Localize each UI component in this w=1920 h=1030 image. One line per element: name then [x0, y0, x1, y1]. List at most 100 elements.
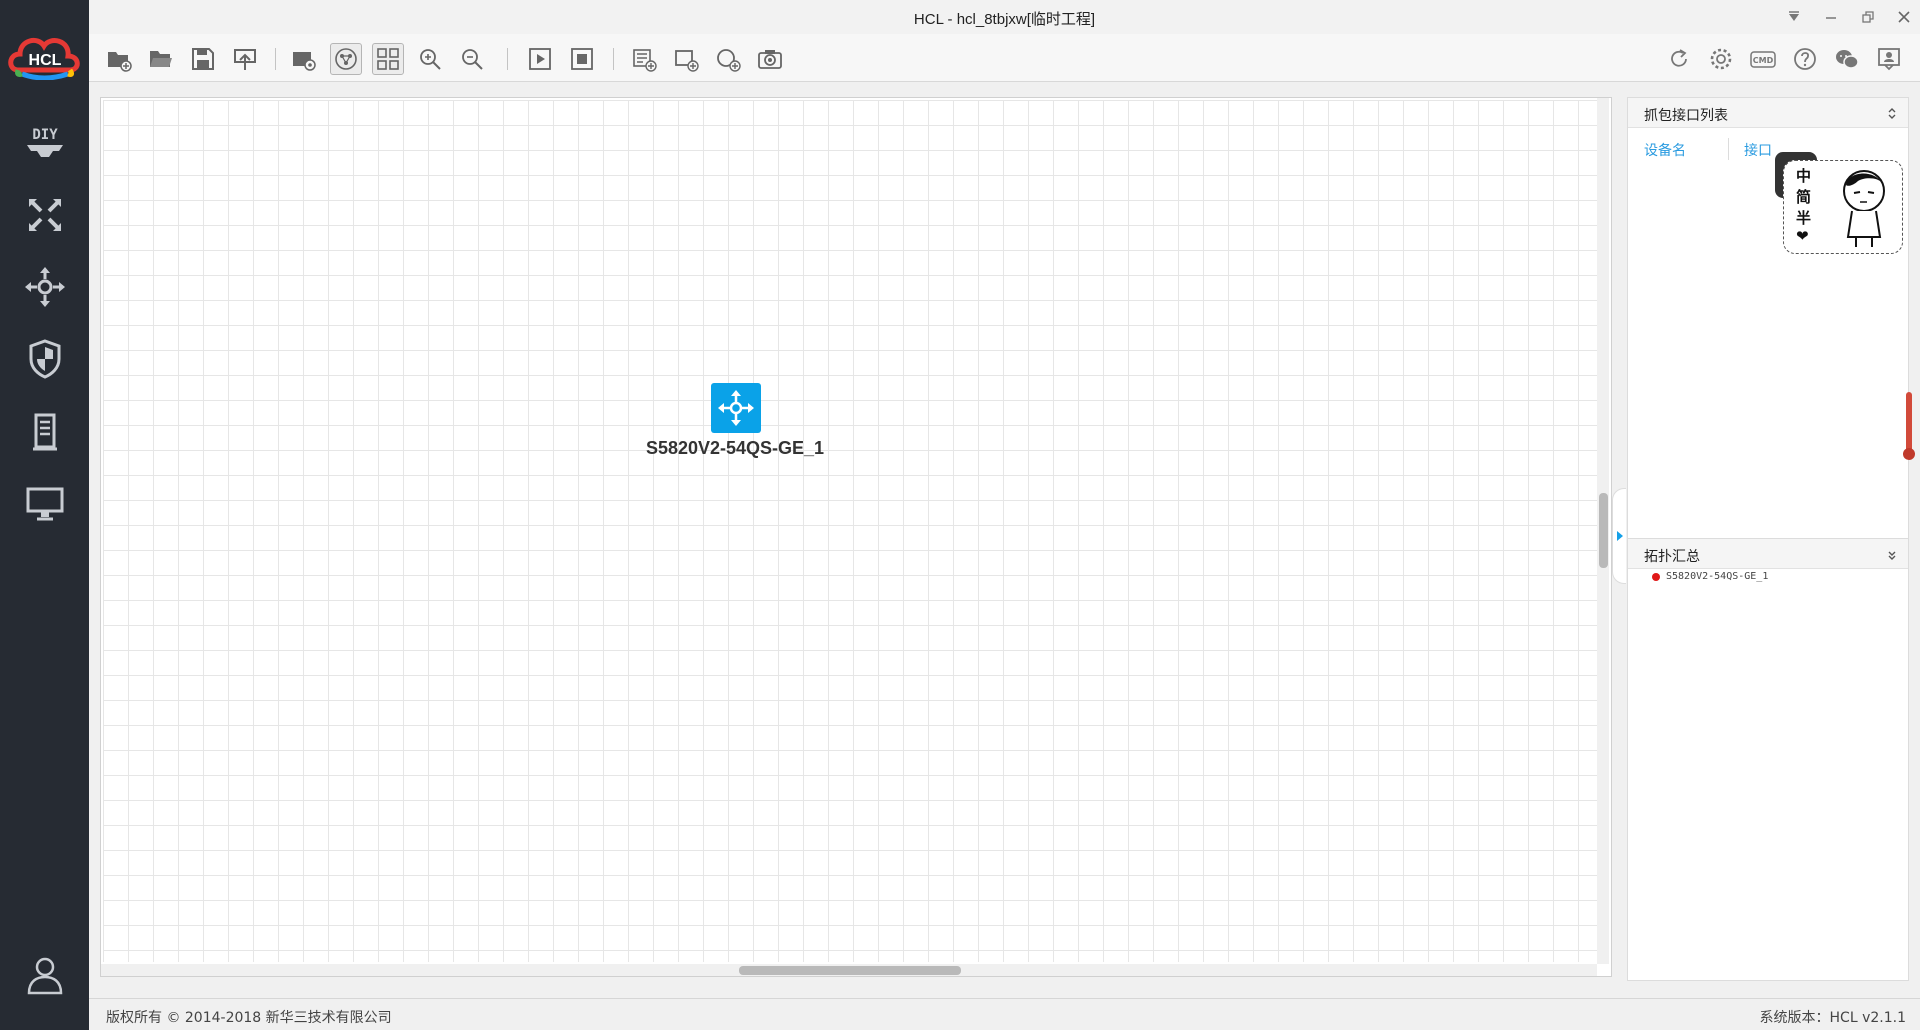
- export-icon: [234, 49, 256, 70]
- save-icon: [192, 48, 214, 70]
- close-icon: [1898, 11, 1910, 23]
- grid-toggle-button[interactable]: [372, 43, 404, 75]
- zoom-out-button[interactable]: [456, 43, 488, 75]
- export-button[interactable]: [229, 43, 261, 75]
- stop-device-button[interactable]: [566, 43, 598, 75]
- user-icon: [27, 957, 63, 995]
- collapse-icon[interactable]: [1886, 106, 1898, 120]
- hcl-logo: HCL: [8, 30, 82, 81]
- zoom-in-button[interactable]: [414, 43, 446, 75]
- add-ellipse-button[interactable]: [712, 43, 744, 75]
- capture-list-header: 抓包接口列表: [1628, 98, 1908, 128]
- minimize-button[interactable]: [1820, 7, 1842, 27]
- collapse-icon[interactable]: [1886, 547, 1898, 561]
- toolbar-separator: [507, 48, 508, 70]
- horizontal-scroll-thumb[interactable]: [739, 966, 961, 975]
- svg-text:CMD: CMD: [1753, 56, 1774, 65]
- command-line-button[interactable]: CMD: [1747, 43, 1779, 75]
- restore-button[interactable]: [1857, 7, 1879, 27]
- wechat-button[interactable]: [1831, 43, 1863, 75]
- diy-device-button[interactable]: DIY: [20, 118, 70, 168]
- svg-text:DIY: DIY: [32, 127, 58, 143]
- shield-icon: [29, 339, 61, 379]
- new-folder-icon: [108, 52, 132, 72]
- refresh-icon: [1671, 49, 1687, 67]
- help-button[interactable]: [1789, 43, 1821, 75]
- title-bar: HCL - hcl_8tbjxw[临时工程]: [89, 0, 1920, 34]
- topology-summary-header: 拓扑汇总: [1628, 539, 1908, 569]
- ellipse-add-icon: [717, 49, 741, 72]
- column-divider: [1728, 138, 1729, 160]
- expand-arrow-icon[interactable]: [1617, 531, 1623, 541]
- caret-down-icon: [1789, 11, 1799, 21]
- sticker-char: 简: [1796, 188, 1812, 206]
- zoom-in-icon: [420, 49, 441, 70]
- thermometer-bulb: [1903, 448, 1915, 460]
- menu-dropdown-button[interactable]: [1783, 7, 1805, 27]
- status-dot: [1652, 572, 1660, 581]
- rectangle-add-icon: [675, 50, 699, 72]
- user-account-button[interactable]: [20, 950, 70, 1000]
- topology-item-label: S5820V2-54QS-GE_1: [1666, 571, 1769, 582]
- settings-button[interactable]: [1705, 43, 1737, 75]
- image-eye-icon: [293, 52, 316, 71]
- screenshot-button[interactable]: [754, 43, 786, 75]
- version-text: 系统版本：HCL v2.1.1: [1759, 1010, 1906, 1026]
- open-project-button[interactable]: [145, 43, 177, 75]
- canvas-grid[interactable]: [103, 100, 1598, 962]
- topology-item[interactable]: S5820V2-54QS-GE_1: [1652, 571, 1768, 582]
- save-button[interactable]: [187, 43, 219, 75]
- list-add-icon: [633, 49, 657, 72]
- monitor-icon: [26, 487, 64, 521]
- window-title: HCL - hcl_8tbjxw[临时工程]: [913, 11, 1096, 28]
- sticker-char: 半: [1796, 209, 1812, 227]
- logo-text: HCL: [29, 52, 62, 69]
- cmd-icon: CMD: [1750, 51, 1776, 68]
- device-label[interactable]: S5820V2-54QS-GE_1: [590, 438, 880, 459]
- play-icon: [529, 48, 551, 70]
- start-device-button[interactable]: [524, 43, 556, 75]
- left-sidebar: HCL DIY: [0, 0, 89, 1030]
- switch-category-button[interactable]: [20, 262, 70, 312]
- switch-move-icon: [25, 267, 65, 307]
- feedback-button[interactable]: [1873, 43, 1905, 75]
- topology-icon: [335, 48, 357, 70]
- firewall-category-button[interactable]: [20, 334, 70, 384]
- column-device-name[interactable]: 设备名: [1644, 140, 1686, 160]
- terminal-category-button[interactable]: [20, 478, 70, 528]
- refresh-button[interactable]: [1663, 43, 1695, 75]
- server-category-button[interactable]: [20, 406, 70, 456]
- zoom-out-icon: [462, 49, 483, 70]
- capture-list-title: 抓包接口列表: [1644, 108, 1728, 124]
- show-interface-button[interactable]: [288, 43, 320, 75]
- toolbar-separator: [613, 48, 614, 70]
- sticker-char: ❤: [1796, 227, 1809, 245]
- cartoon-sticker: 中 简 半 ❤: [1783, 160, 1903, 254]
- add-rectangle-button[interactable]: [670, 43, 702, 75]
- sticker-char: 中: [1796, 167, 1812, 185]
- switch-device[interactable]: [711, 383, 761, 433]
- camera-icon: [758, 50, 782, 69]
- server-icon: [33, 413, 57, 451]
- vertical-scroll-thumb[interactable]: [1599, 493, 1608, 568]
- topology-view-button[interactable]: [330, 43, 362, 75]
- vertical-scrollbar[interactable]: [1597, 98, 1609, 964]
- router-arrows-icon: [29, 199, 61, 231]
- wechat-icon: [1836, 50, 1859, 69]
- close-button[interactable]: [1893, 7, 1915, 27]
- feedback-user-icon: [1878, 48, 1900, 71]
- stop-icon: [571, 48, 593, 70]
- switch-icon: [718, 390, 754, 426]
- topology-canvas[interactable]: [100, 97, 1612, 977]
- column-interface[interactable]: 接口: [1744, 140, 1772, 160]
- status-bar: 版权所有 © 2014-2018 新华三技术有限公司 系统版本：HCL v2.1…: [89, 998, 1920, 1030]
- add-note-button[interactable]: [628, 43, 660, 75]
- cartoon-face-icon: [1843, 170, 1885, 247]
- diy-icon: DIY: [27, 127, 63, 157]
- copyright-text: 版权所有 © 2014-2018 新华三技术有限公司: [106, 1010, 392, 1026]
- new-project-button[interactable]: [103, 43, 135, 75]
- gear-icon: [1710, 48, 1732, 70]
- horizontal-scrollbar[interactable]: [101, 964, 1597, 976]
- open-folder-icon: [150, 51, 172, 67]
- router-category-button[interactable]: [20, 190, 70, 240]
